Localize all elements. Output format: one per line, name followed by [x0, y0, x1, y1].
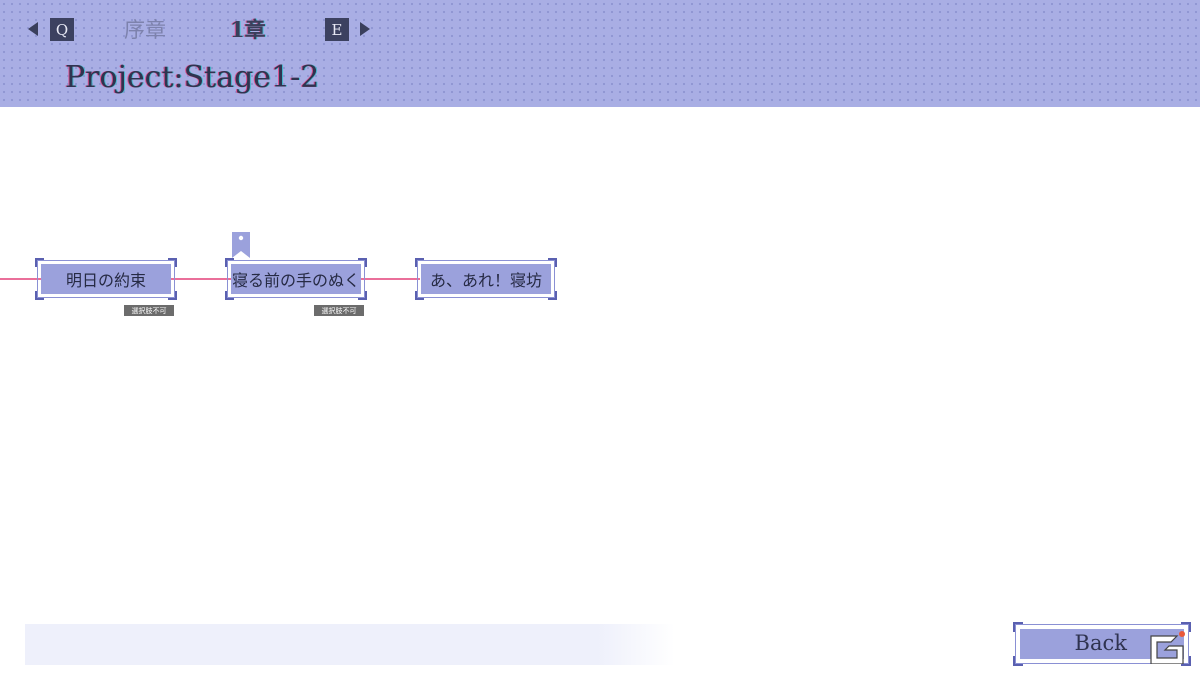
tab-chapter-1[interactable]: 1章	[230, 14, 266, 44]
message-bar	[25, 624, 675, 665]
chapter-header: Q 序章 1章 E Project:Stage1-2	[0, 0, 1200, 107]
scene-node[interactable]: 明日の約束	[35, 258, 177, 300]
scene-node[interactable]: 寝る前の手のぬく	[225, 258, 367, 300]
status-badge: 選択肢不可	[314, 305, 364, 316]
bookmark-icon	[232, 232, 250, 258]
status-badge: 選択肢不可	[124, 305, 174, 316]
scene-node-label: 寝る前の手のぬく	[233, 271, 359, 290]
tab-prologue[interactable]: 序章	[124, 14, 166, 44]
site-watermark-logo	[1150, 631, 1185, 664]
scene-node-label: あ、あれ！寝坊	[429, 271, 542, 290]
page-title: Project:Stage1-2	[65, 60, 320, 95]
back-button-label: Back	[1074, 631, 1127, 655]
next-chapter-key[interactable]: E	[325, 18, 349, 41]
chevron-right-icon[interactable]	[360, 22, 370, 36]
scene-node-label: 明日の約束	[65, 271, 146, 290]
prev-chapter-key[interactable]: Q	[50, 18, 74, 41]
chevron-left-icon[interactable]	[28, 22, 38, 36]
scene-node[interactable]: あ、あれ！寝坊	[415, 258, 557, 300]
